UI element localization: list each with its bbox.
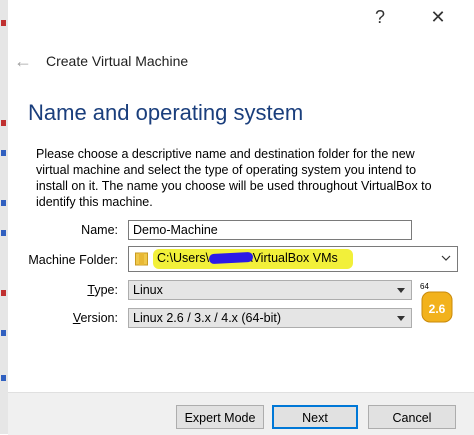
caret-down-icon [397, 316, 405, 321]
strip-mark [1, 200, 6, 206]
expert-mode-button[interactable]: Expert Mode [176, 405, 264, 429]
os-badge-version: 2.6 [429, 302, 446, 316]
chevron-down-icon [441, 255, 451, 261]
type-dropdown-arrow[interactable] [394, 283, 408, 297]
wizard-title: Create Virtual Machine [46, 53, 189, 69]
caret-down-icon [397, 288, 405, 293]
machine-folder-label: Machine Folder: [28, 253, 118, 267]
strip-mark [1, 230, 6, 236]
type-label-rest: ype: [94, 283, 118, 297]
title-bar: ? ✕ [8, 0, 474, 34]
strip-mark [1, 150, 6, 156]
os-badge-bits: 64 [420, 282, 429, 291]
version-label: Version: [8, 311, 118, 325]
folder-path-suffix: \VirtualBox VMs [249, 251, 338, 265]
strip-mark [1, 20, 6, 26]
next-button[interactable]: Next [272, 405, 358, 429]
strip-mark [1, 330, 6, 336]
type-select-value: Linux [133, 283, 163, 297]
button-bar: Expert Mode Next Cancel [8, 392, 474, 435]
strip-mark [1, 375, 6, 381]
version-select-value: Linux 2.6 / 3.x / 4.x (64-bit) [133, 311, 281, 325]
create-vm-dialog: ? ✕ ← Create Virtual Machine Name and op… [8, 0, 474, 435]
folder-dropdown-arrow[interactable] [439, 251, 453, 267]
page-description: Please choose a descriptive name and des… [36, 147, 432, 209]
cancel-button[interactable]: Cancel [368, 405, 456, 429]
version-select[interactable]: Linux 2.6 / 3.x / 4.x (64-bit) [128, 308, 412, 328]
close-icon: ✕ [430, 6, 446, 27]
back-arrow-icon: ← [14, 51, 32, 71]
linux-os-icon: 64 2.6 [418, 280, 454, 324]
name-label: Name: [81, 223, 118, 237]
back-button[interactable]: ← [12, 50, 34, 72]
page-title: Name and operating system [28, 100, 304, 125]
strip-mark [1, 120, 6, 126]
name-input[interactable] [128, 220, 412, 240]
folder-path-prefix: C:\Users\ [157, 251, 210, 265]
wizard-header: ← Create Virtual Machine [8, 44, 474, 80]
machine-folder-combo[interactable]: C:\Users\ \VirtualBox VMs [128, 246, 458, 272]
version-dropdown-arrow[interactable] [394, 311, 408, 325]
folder-icon [135, 252, 148, 266]
strip-mark [1, 290, 6, 296]
help-button[interactable]: ? [364, 4, 396, 30]
version-label-rest: ersion: [80, 311, 118, 325]
help-icon: ? [374, 6, 385, 27]
type-label: Type: [8, 283, 118, 297]
close-button[interactable]: ✕ [422, 4, 454, 30]
type-select[interactable]: Linux [128, 280, 412, 300]
